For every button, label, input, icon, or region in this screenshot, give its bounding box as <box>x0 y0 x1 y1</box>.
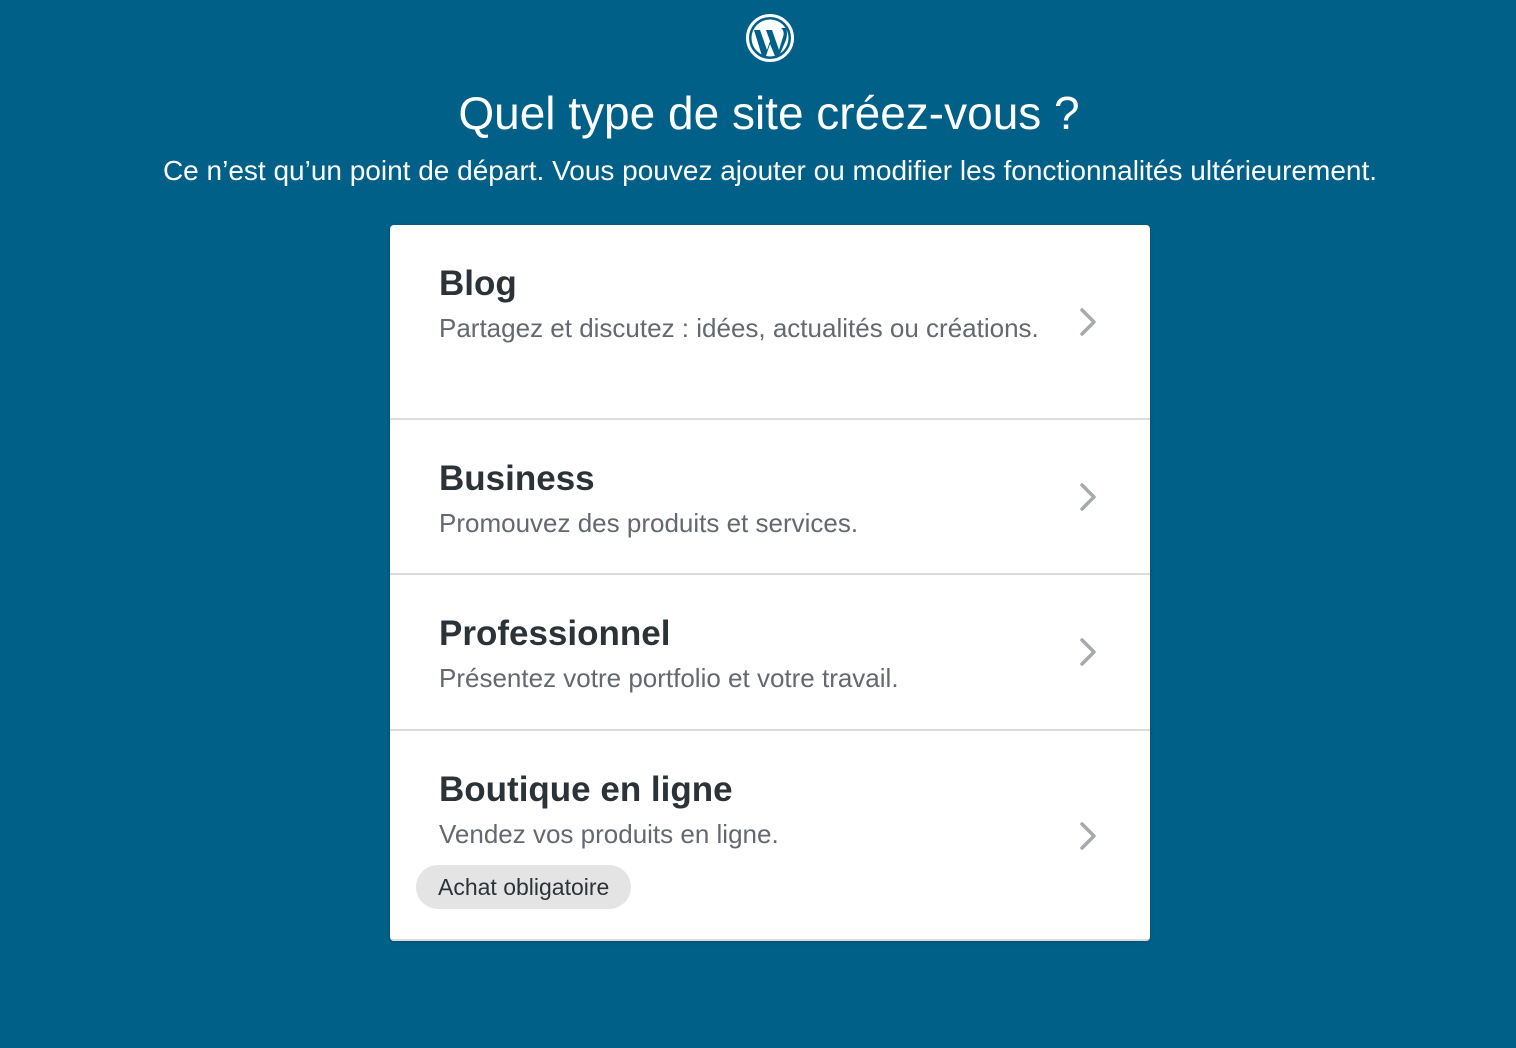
chevron-right-icon <box>1076 816 1102 856</box>
option-title: Blog <box>439 264 517 303</box>
site-type-option-professionnel[interactable]: Professionnel Présentez votre portfolio … <box>390 575 1150 731</box>
option-description: Présentez votre portfolio et votre trava… <box>439 663 899 693</box>
option-description: Vendez vos produits en ligne. <box>439 819 779 849</box>
site-type-option-boutique-en-ligne[interactable]: Boutique en ligne Vendez vos produits en… <box>390 731 1150 941</box>
chevron-right-icon <box>1076 477 1102 517</box>
chevron-right-icon <box>1076 632 1102 672</box>
site-type-option-business[interactable]: Business Promouvez des produits et servi… <box>390 420 1150 575</box>
option-title: Business <box>439 459 595 498</box>
option-description: Partagez et discutez : idées, actualités… <box>439 313 1039 343</box>
option-description: Promouvez des produits et services. <box>439 508 859 538</box>
page-title: Quel type de site créez-vous ? <box>458 87 1080 139</box>
page-subtitle: Ce n’est qu’un point de départ. Vous pou… <box>162 155 1378 186</box>
site-type-option-blog[interactable]: Blog Partagez et discutez : idées, actua… <box>390 225 1150 420</box>
wordpress-logo-icon <box>745 13 795 63</box>
site-type-list: Blog Partagez et discutez : idées, actua… <box>390 225 1150 941</box>
chevron-right-icon <box>1076 302 1102 342</box>
option-title: Boutique en ligne <box>439 770 733 809</box>
option-title: Professionnel <box>439 614 671 653</box>
purchase-required-badge: Achat obligatoire <box>416 865 632 909</box>
